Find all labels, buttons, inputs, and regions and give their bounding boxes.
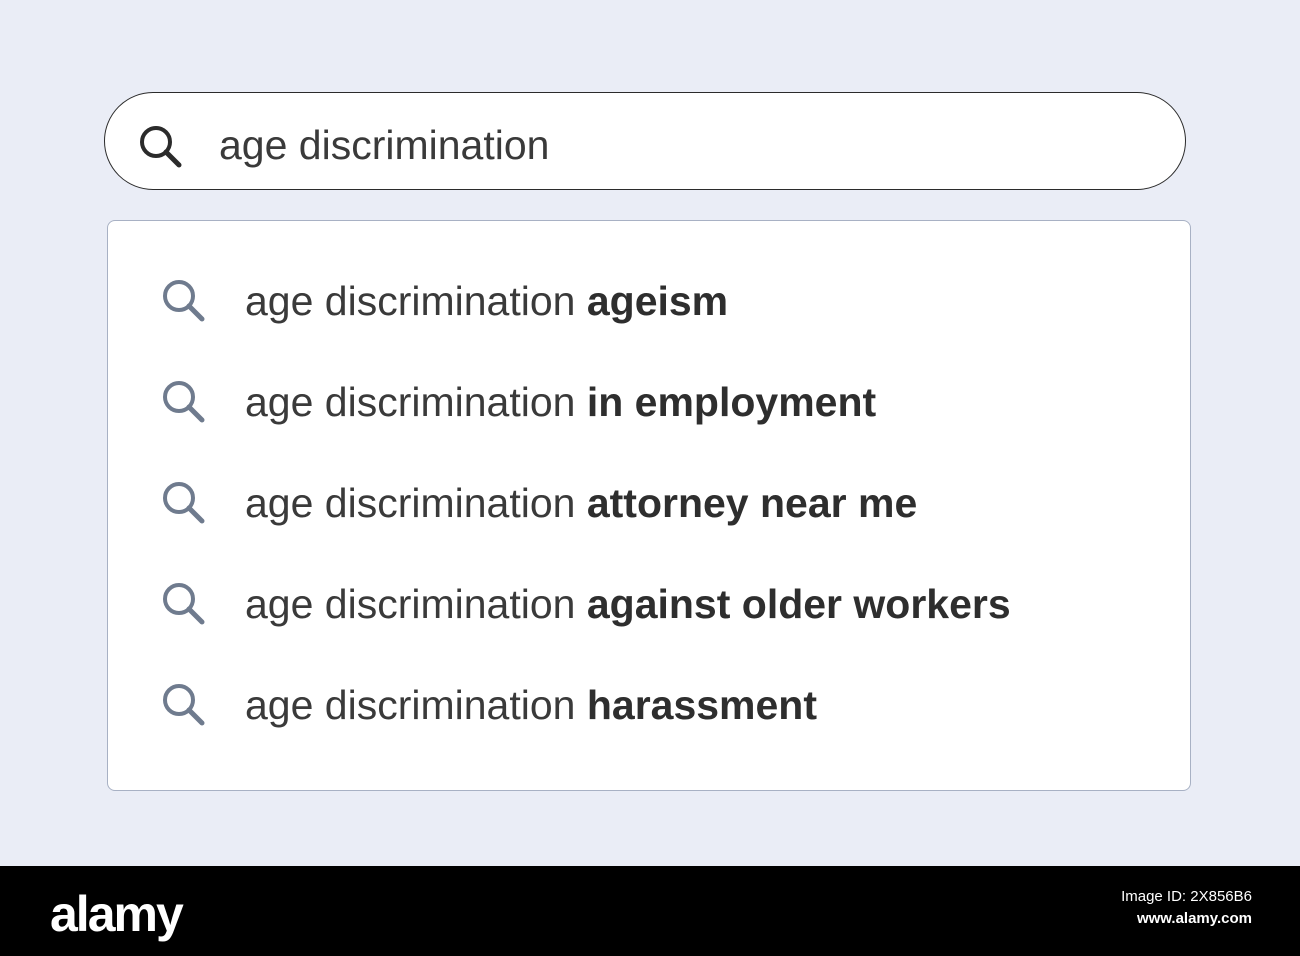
suggestion-completion: in employment <box>586 379 877 425</box>
search-icon <box>158 378 210 424</box>
suggestion-prefix: age discrimination <box>245 379 587 425</box>
suggestion-prefix: age discrimination <box>245 278 587 324</box>
suggestion-text: age discrimination ageism <box>245 277 728 325</box>
watermark-meta: Image ID: 2X856B6 www.alamy.com <box>1121 886 1252 930</box>
suggestion-completion: ageism <box>586 278 729 324</box>
suggestion-item[interactable]: age discrimination against older workers <box>108 574 1190 634</box>
search-icon <box>158 277 210 323</box>
search-icon <box>158 580 210 626</box>
suggestion-prefix: age discrimination <box>245 581 587 627</box>
watermark-logo: alamy <box>50 886 184 942</box>
site-url-text: www.alamy.com <box>1136 910 1252 927</box>
search-input[interactable]: age discrimination <box>219 121 549 169</box>
search-icon <box>158 681 210 727</box>
suggestion-prefix: age discrimination <box>245 682 587 728</box>
image-id-text: Image ID: 2X856B6 <box>1121 888 1252 905</box>
search-icon <box>158 479 210 525</box>
suggestion-item[interactable]: age discrimination harassment <box>108 675 1190 735</box>
suggestion-completion: harassment <box>586 682 818 728</box>
watermark-bar: alamy Image ID: 2X856B6 www.alamy.com <box>0 866 1300 956</box>
suggestion-completion: against older workers <box>586 581 1011 627</box>
suggestion-list: age discrimination ageism age discrimina… <box>107 220 1191 791</box>
suggestion-text: age discrimination attorney near me <box>245 479 917 527</box>
suggestion-item[interactable]: age discrimination attorney near me <box>108 473 1190 533</box>
suggestion-item[interactable]: age discrimination in employment <box>108 372 1190 432</box>
search-icon[interactable] <box>135 123 187 169</box>
suggestion-text: age discrimination in employment <box>245 378 876 426</box>
suggestion-completion: attorney near me <box>586 480 918 526</box>
search-bar[interactable]: age discrimination <box>104 92 1186 190</box>
suggestion-prefix: age discrimination <box>245 480 587 526</box>
suggestion-item[interactable]: age discrimination ageism <box>108 271 1190 331</box>
suggestion-text: age discrimination against older workers <box>245 580 1011 628</box>
suggestion-text: age discrimination harassment <box>245 681 817 729</box>
